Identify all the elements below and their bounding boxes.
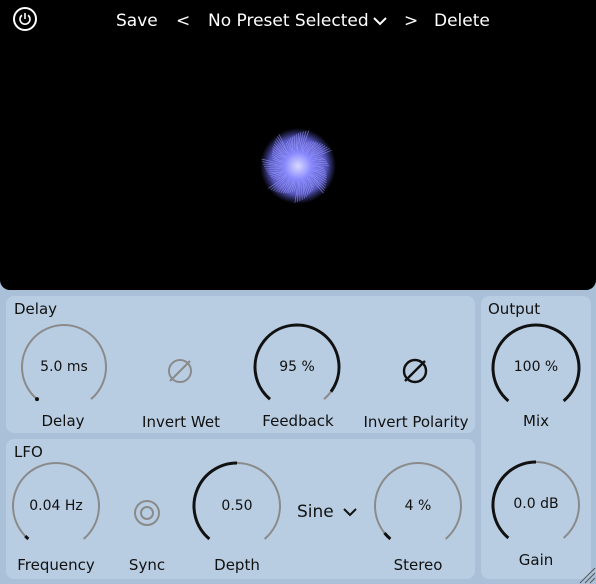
sync-toggle[interactable]: [133, 499, 161, 527]
depth-knob-value: 0.50: [221, 498, 253, 514]
invert-polarity-label: Invert Polarity: [363, 413, 469, 431]
depth-knob[interactable]: 0.50: [191, 460, 283, 552]
sync-label: Sync: [128, 556, 166, 574]
preset-selector[interactable]: No Preset Selected: [208, 11, 387, 31]
delay-section-title: Delay: [14, 300, 58, 318]
stereo-knob[interactable]: 4 %: [372, 460, 464, 552]
knob-value-arc: [24, 535, 30, 541]
lfo-panel: LFO 0.04 Hz Frequency Sync 0.50 Depth Si…: [6, 439, 475, 579]
gain-knob-label: Gain: [518, 551, 554, 569]
frequency-knob-label: Frequency: [17, 556, 95, 574]
delay-knob-value: 5.0 ms: [40, 359, 88, 375]
knob-value-arc: [383, 531, 392, 541]
lfo-section-title: LFO: [14, 443, 43, 461]
power-button[interactable]: [13, 7, 37, 31]
invert-polarity-toggle[interactable]: [401, 357, 429, 385]
delay-panel: Delay 5.0 ms Delay Invert Wet 95 % Feedb…: [6, 296, 475, 433]
preset-prev-button[interactable]: <: [176, 11, 190, 31]
feedback-knob-label: Feedback: [262, 412, 334, 430]
feedback-knob[interactable]: 95 %: [252, 322, 342, 412]
chevron-down-icon: [343, 508, 357, 517]
save-button[interactable]: Save: [116, 11, 158, 31]
lfo-shape-value: Sine: [297, 502, 334, 522]
gain-knob[interactable]: 0.0 dB: [490, 459, 582, 551]
frequency-knob-value: 0.04 Hz: [29, 498, 83, 514]
visualizer-display: Save < No Preset Selected > Delete: [0, 0, 596, 290]
lfo-shape-dropdown[interactable]: Sine: [297, 502, 357, 522]
delete-button[interactable]: Delete: [434, 11, 490, 31]
invert-wet-label: Invert Wet: [142, 413, 220, 431]
mix-knob[interactable]: 100 %: [490, 322, 582, 414]
depth-knob-label: Depth: [214, 556, 260, 574]
delay-knob[interactable]: 5.0 ms: [19, 322, 109, 412]
stereo-knob-label: Stereo: [393, 556, 443, 574]
resize-grip-icon[interactable]: [574, 562, 596, 584]
chevron-down-icon: [372, 17, 387, 26]
invert-wet-toggle[interactable]: [166, 357, 194, 385]
preset-name: No Preset Selected: [208, 11, 369, 31]
gain-knob-value: 0.0 dB: [513, 496, 559, 512]
knob-value-arc: [35, 397, 40, 402]
delay-knob-label: Delay: [41, 412, 85, 430]
preset-next-button[interactable]: >: [404, 11, 418, 31]
power-icon: [19, 13, 31, 25]
feedback-knob-value: 95 %: [279, 359, 315, 375]
output-section-title: Output: [488, 300, 541, 318]
frequency-knob[interactable]: 0.04 Hz: [10, 460, 102, 552]
mix-knob-label: Mix: [523, 412, 549, 430]
mix-knob-value: 100 %: [513, 359, 559, 375]
stereo-knob-value: 4 %: [404, 498, 432, 514]
output-panel: Output 100 % Mix 0.0 dB Gain: [481, 296, 591, 579]
stereo-scope-blob: [260, 128, 336, 204]
